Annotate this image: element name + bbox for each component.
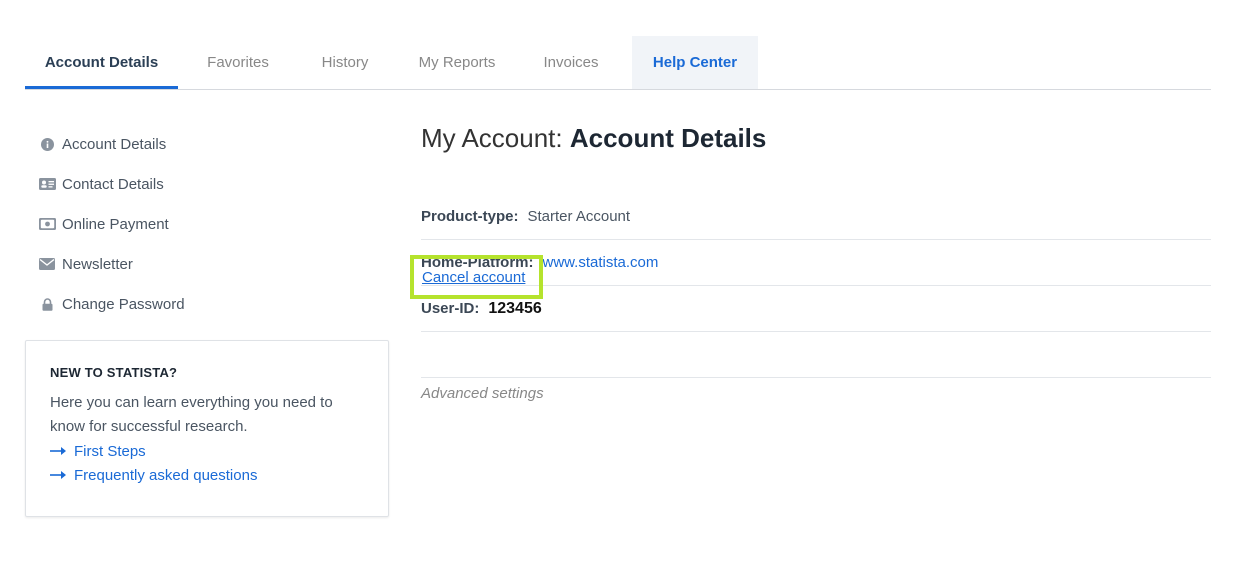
page-title: My Account: Account Details <box>421 120 1211 156</box>
sidebar-item-label: Contact Details <box>62 175 164 193</box>
faq-label: Frequently asked questions <box>74 466 258 484</box>
home-platform-link[interactable]: www.statista.com <box>543 254 659 271</box>
first-steps-link[interactable]: First Steps <box>50 439 364 463</box>
product-type-value: Starter Account <box>527 208 631 225</box>
sidebar-item-newsletter[interactable]: Newsletter <box>38 244 185 284</box>
sidebar-item-label: Online Payment <box>62 215 169 233</box>
cancel-account-link[interactable]: Cancel account <box>422 269 525 286</box>
first-steps-label: First Steps <box>74 442 146 460</box>
new-to-statista-box: NEW TO STATISTA? Here you can learn ever… <box>25 340 389 517</box>
promo-title: NEW TO STATISTA? <box>50 365 178 380</box>
arrow-right-icon <box>50 447 66 455</box>
arrow-right-icon <box>50 471 66 479</box>
account-details-panel: My Account: Account Details Product-type… <box>410 120 1211 402</box>
tab-account-details[interactable]: Account Details <box>25 36 178 89</box>
page-title-strong: Account Details <box>569 123 767 153</box>
cancel-account-row <box>421 332 1211 378</box>
tab-history[interactable]: History <box>295 36 395 89</box>
faq-link[interactable]: Frequently asked questions <box>50 463 364 487</box>
tab-invoices[interactable]: Invoices <box>526 36 616 89</box>
cancel-account-highlight: Cancel account <box>410 255 543 299</box>
product-type-label: Product-type: <box>421 208 519 225</box>
sidebar-nav: Account Details Contact Details Online P… <box>38 124 185 324</box>
lock-icon <box>38 297 56 311</box>
product-type-row: Product-type: Starter Account <box>421 194 1211 240</box>
top-tab-bar: Account Details Favorites History My Rep… <box>25 36 1211 90</box>
money-icon <box>38 217 56 231</box>
advanced-settings-link[interactable]: Advanced settings <box>421 385 544 402</box>
info-icon <box>38 137 56 151</box>
sidebar-item-change-password[interactable]: Change Password <box>38 284 185 324</box>
sidebar-item-online-payment[interactable]: Online Payment <box>38 204 185 244</box>
user-id-value: 123456 <box>488 299 542 317</box>
tab-favorites[interactable]: Favorites <box>183 36 293 89</box>
envelope-icon <box>38 257 56 271</box>
user-id-label: User-ID: <box>421 300 480 317</box>
sidebar-item-contact-details[interactable]: Contact Details <box>38 164 185 204</box>
sidebar-item-account-details[interactable]: Account Details <box>38 124 185 164</box>
sidebar-item-label: Newsletter <box>62 255 133 273</box>
sidebar-item-label: Account Details <box>62 135 167 153</box>
sidebar-item-label: Change Password <box>62 295 185 313</box>
page-title-prefix: My Account: <box>421 123 563 153</box>
promo-text: Here you can learn everything you need t… <box>50 394 333 435</box>
tab-help-center[interactable]: Help Center <box>632 36 758 89</box>
tab-my-reports[interactable]: My Reports <box>397 36 517 89</box>
contact-card-icon <box>38 177 56 191</box>
